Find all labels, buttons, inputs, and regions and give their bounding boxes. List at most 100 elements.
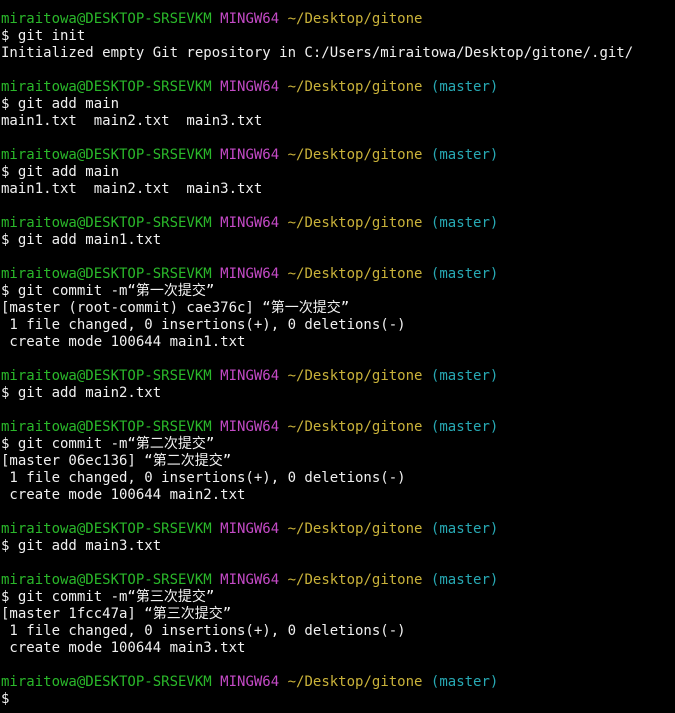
output-text: [master 06ec136] “第二次提交” <box>1 453 232 469</box>
prompt-user-host: miraitowa@DESKTOP-SRSEVKM <box>1 419 212 435</box>
output-line: $ git commit -m“第三次提交” <box>1 589 675 606</box>
output-line: $ git add main3.txt <box>1 538 675 555</box>
output-text: 1 file changed, 0 insertions(+), 0 delet… <box>1 470 406 486</box>
prompt-system: MINGW64 <box>220 572 280 588</box>
prompt-system: MINGW64 <box>220 79 280 95</box>
prompt-path: ~/Desktop/gitone <box>287 147 423 163</box>
prompt-branch: (master) <box>430 572 499 588</box>
output-line: main1.txt main2.txt main3.txt <box>1 113 675 130</box>
output-text: $ git add main1.txt <box>1 232 162 248</box>
terminal-output: miraitowa@DESKTOP-SRSEVKM MINGW64 ~/Desk… <box>1 11 675 708</box>
prompt-user-host: miraitowa@DESKTOP-SRSEVKM <box>1 266 212 282</box>
prompt-path: ~/Desktop/gitone <box>287 79 423 95</box>
prompt-system: MINGW64 <box>220 674 280 690</box>
output-text: create mode 100644 main2.txt <box>1 487 246 503</box>
prompt-path: ~/Desktop/gitone <box>287 674 423 690</box>
output-text: Initialized empty Git repository in C:/U… <box>1 45 634 61</box>
prompt-user-host: miraitowa@DESKTOP-SRSEVKM <box>1 11 212 27</box>
prompt-path: ~/Desktop/gitone <box>287 266 423 282</box>
output-line: $ <box>1 691 675 708</box>
prompt-line: miraitowa@DESKTOP-SRSEVKM MINGW64 ~/Desk… <box>1 521 675 538</box>
output-line: 1 file changed, 0 insertions(+), 0 delet… <box>1 470 675 487</box>
prompt-branch: (master) <box>430 147 499 163</box>
prompt-branch: (master) <box>430 521 499 537</box>
output-text: $ git init <box>1 28 86 44</box>
prompt-line: miraitowa@DESKTOP-SRSEVKM MINGW64 ~/Desk… <box>1 147 675 164</box>
prompt-branch: (master) <box>430 419 499 435</box>
output-line: $ git add main <box>1 164 675 181</box>
output-line: main1.txt main2.txt main3.txt <box>1 181 675 198</box>
output-text: $ git add main <box>1 96 120 112</box>
prompt-path: ~/Desktop/gitone <box>287 11 423 27</box>
output-text: 1 file changed, 0 insertions(+), 0 delet… <box>1 623 406 639</box>
output-line: $ git init <box>1 28 675 45</box>
output-line: create mode 100644 main1.txt <box>1 334 675 351</box>
prompt-system: MINGW64 <box>220 266 280 282</box>
terminal-window[interactable]: miraitowa@DESKTOP-SRSEVKM MINGW64 ~/Desk… <box>0 0 675 713</box>
prompt-system: MINGW64 <box>220 215 280 231</box>
output-line: [master 06ec136] “第二次提交” <box>1 453 675 470</box>
output-line: $ git commit -m“第二次提交” <box>1 436 675 453</box>
prompt-user-host: miraitowa@DESKTOP-SRSEVKM <box>1 215 212 231</box>
output-text: main1.txt main2.txt main3.txt <box>1 113 263 129</box>
output-text: $ git add main2.txt <box>1 385 162 401</box>
prompt-line: miraitowa@DESKTOP-SRSEVKM MINGW64 ~/Desk… <box>1 11 675 28</box>
output-text: [master (root-commit) cae376c] “第一次提交” <box>1 300 350 316</box>
prompt-line: miraitowa@DESKTOP-SRSEVKM MINGW64 ~/Desk… <box>1 266 675 283</box>
prompt-system: MINGW64 <box>220 419 280 435</box>
output-text: 1 file changed, 0 insertions(+), 0 delet… <box>1 317 406 333</box>
prompt-system: MINGW64 <box>220 11 280 27</box>
prompt-user-host: miraitowa@DESKTOP-SRSEVKM <box>1 79 212 95</box>
output-text: $ git commit -m“第一次提交” <box>1 283 215 299</box>
output-text: $ git add main <box>1 164 120 180</box>
prompt-branch: (master) <box>430 674 499 690</box>
output-text: main1.txt main2.txt main3.txt <box>1 181 263 197</box>
prompt-path: ~/Desktop/gitone <box>287 572 423 588</box>
output-line: $ git add main1.txt <box>1 232 675 249</box>
prompt-line: miraitowa@DESKTOP-SRSEVKM MINGW64 ~/Desk… <box>1 419 675 436</box>
prompt-branch: (master) <box>430 266 499 282</box>
output-line: 1 file changed, 0 insertions(+), 0 delet… <box>1 623 675 640</box>
prompt-line: miraitowa@DESKTOP-SRSEVKM MINGW64 ~/Desk… <box>1 368 675 385</box>
prompt-user-host: miraitowa@DESKTOP-SRSEVKM <box>1 368 212 384</box>
prompt-branch: (master) <box>430 215 499 231</box>
output-line: [master (root-commit) cae376c] “第一次提交” <box>1 300 675 317</box>
output-text: create mode 100644 main1.txt <box>1 334 246 350</box>
prompt-user-host: miraitowa@DESKTOP-SRSEVKM <box>1 521 212 537</box>
output-line: $ git add main2.txt <box>1 385 675 402</box>
prompt-line: miraitowa@DESKTOP-SRSEVKM MINGW64 ~/Desk… <box>1 79 675 96</box>
prompt-user-host: miraitowa@DESKTOP-SRSEVKM <box>1 674 212 690</box>
prompt-system: MINGW64 <box>220 368 280 384</box>
prompt-path: ~/Desktop/gitone <box>287 215 423 231</box>
prompt-path: ~/Desktop/gitone <box>287 419 423 435</box>
output-line: [master 1fcc47a] “第三次提交” <box>1 606 675 623</box>
prompt-line: miraitowa@DESKTOP-SRSEVKM MINGW64 ~/Desk… <box>1 674 675 691</box>
output-text: $ git commit -m“第三次提交” <box>1 589 215 605</box>
output-text: create mode 100644 main3.txt <box>1 640 246 656</box>
output-line: $ git commit -m“第一次提交” <box>1 283 675 300</box>
prompt-system: MINGW64 <box>220 521 280 537</box>
prompt-user-host: miraitowa@DESKTOP-SRSEVKM <box>1 147 212 163</box>
output-line: $ git add main <box>1 96 675 113</box>
output-text: $ <box>1 691 10 707</box>
prompt-branch: (master) <box>430 368 499 384</box>
prompt-system: MINGW64 <box>220 147 280 163</box>
output-text: [master 1fcc47a] “第三次提交” <box>1 606 232 622</box>
prompt-branch: (master) <box>430 79 499 95</box>
output-line: create mode 100644 main3.txt <box>1 640 675 657</box>
output-text: $ git commit -m“第二次提交” <box>1 436 215 452</box>
prompt-user-host: miraitowa@DESKTOP-SRSEVKM <box>1 572 212 588</box>
prompt-path: ~/Desktop/gitone <box>287 368 423 384</box>
output-text: $ git add main3.txt <box>1 538 162 554</box>
prompt-line: miraitowa@DESKTOP-SRSEVKM MINGW64 ~/Desk… <box>1 215 675 232</box>
output-line: create mode 100644 main2.txt <box>1 487 675 504</box>
